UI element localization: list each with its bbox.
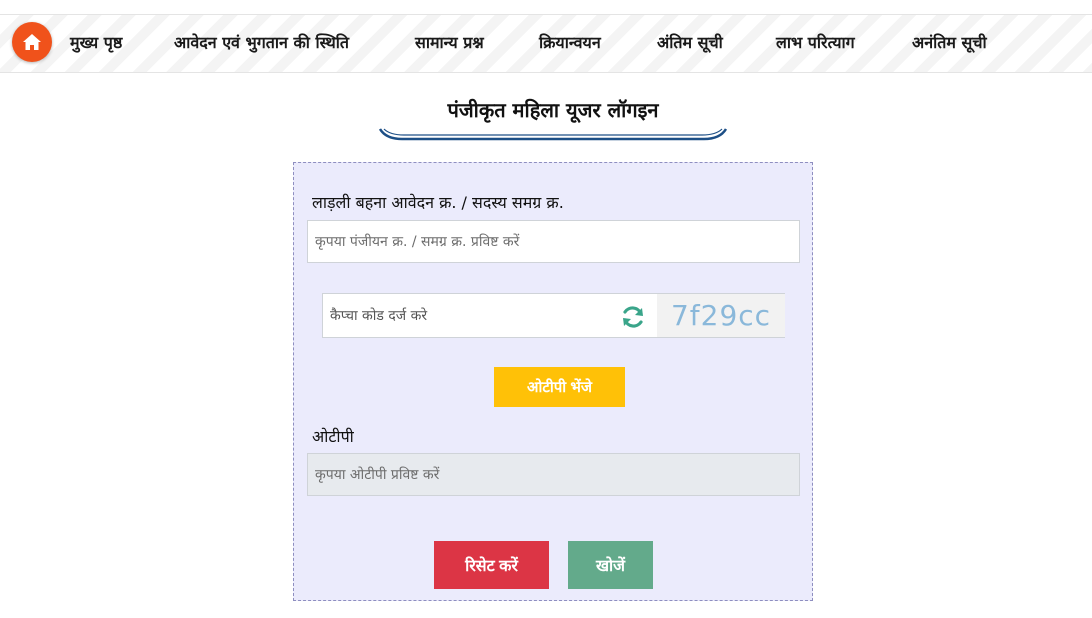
otp-input[interactable] (307, 453, 800, 496)
home-icon (23, 34, 41, 50)
search-button[interactable]: खोजें (568, 541, 653, 589)
nav-item-implementation[interactable]: क्रियान्वयन (539, 31, 601, 53)
nav-item-final-list[interactable]: अंतिम सूची (657, 31, 723, 53)
login-form-panel: लाड़ली बहना आवेदन क्र. / सदस्य समग्र क्र… (293, 162, 813, 601)
title-underline-decoration (378, 128, 728, 141)
page-title-block: पंजीकृत महिला यूजर लॉगइन (378, 92, 728, 144)
captcha-code-image: 7f29cc (657, 294, 785, 337)
reset-button[interactable]: रिसेट करें (434, 541, 549, 589)
otp-label: ओटीपी (312, 427, 354, 446)
captcha-row: 7f29cc (322, 293, 785, 338)
nav-item-provisional-list[interactable]: अनंतिम सूची (912, 31, 987, 53)
applicant-number-label: लाड़ली बहना आवेदन क्र. / सदस्य समग्र क्र… (312, 193, 564, 212)
home-button[interactable] (12, 22, 52, 62)
nav-item-home[interactable]: मुख्य पृष्ठ (70, 31, 122, 53)
captcha-input[interactable] (323, 294, 613, 337)
send-otp-button[interactable]: ओटीपी भेंजे (494, 367, 625, 407)
applicant-number-input[interactable] (307, 220, 800, 263)
top-navbar: मुख्य पृष्ठ आवेदन एवं भुगतान की स्थिति स… (0, 14, 1092, 73)
nav-item-benefit-relinquish[interactable]: लाभ परित्याग (776, 31, 855, 53)
refresh-icon[interactable] (619, 303, 647, 331)
nav-item-faq[interactable]: सामान्य प्रश्न (415, 31, 484, 53)
page-title: पंजीकृत महिला यूजर लॉगइन (447, 98, 659, 122)
nav-item-application-payment-status[interactable]: आवेदन एवं भुगतान की स्थिति (174, 31, 349, 53)
